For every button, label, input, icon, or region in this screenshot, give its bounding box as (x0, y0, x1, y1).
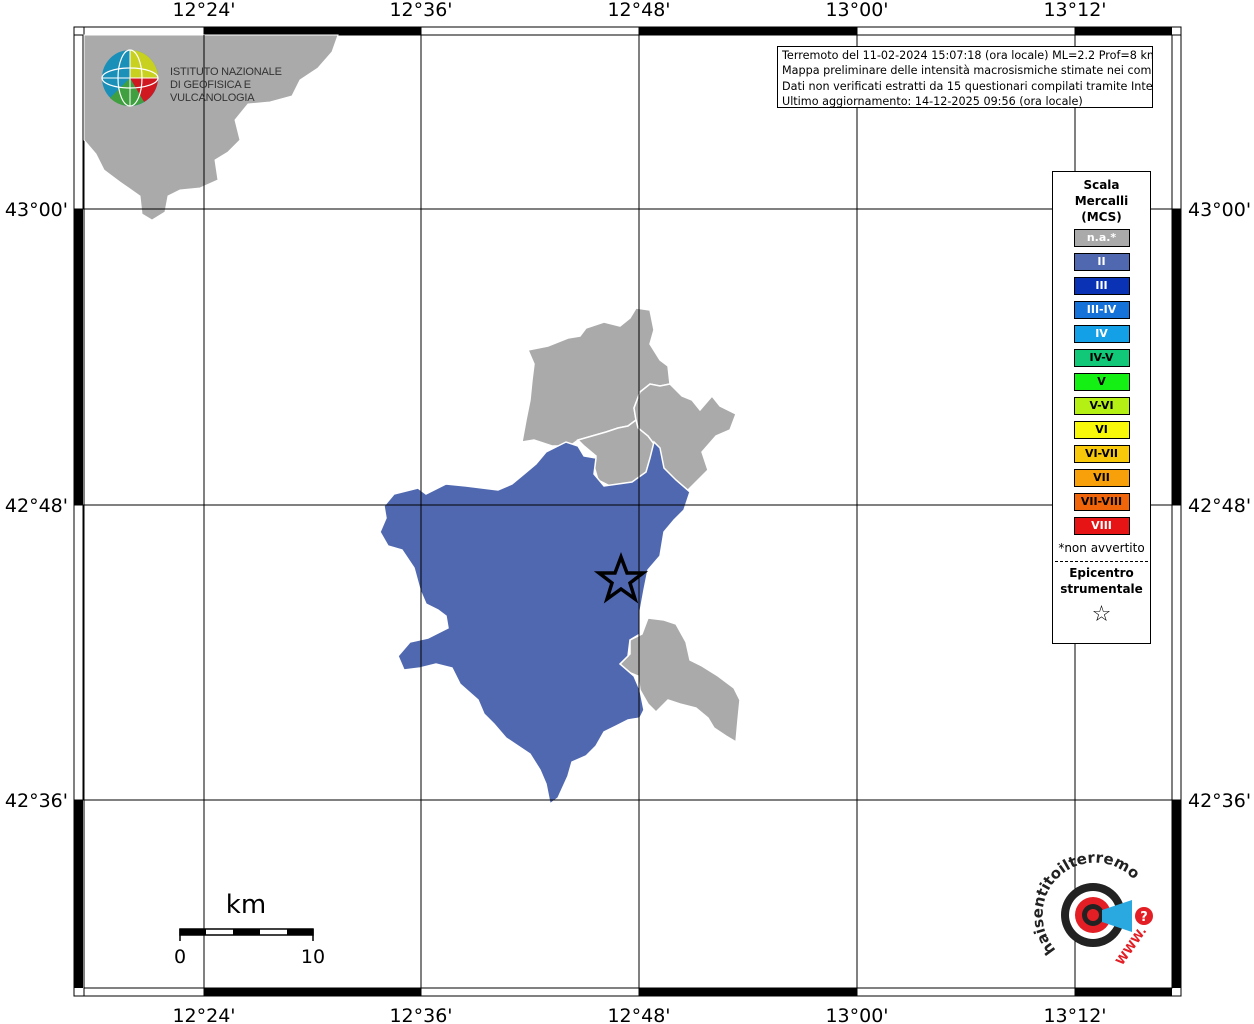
y-tick-label: 42°36' (1188, 790, 1251, 812)
legend-epicenter-line: strumentale (1060, 582, 1143, 596)
x-tick-label: 13°00' (825, 1005, 888, 1024)
ingv-name-line1: ISTITUTO NAZIONALE (170, 66, 282, 78)
x-tick-label: 13°00' (825, 0, 888, 21)
ingv-name: ISTITUTO NAZIONALE DI GEOFISICA E VULCAN… (170, 66, 330, 105)
event-info-box: Terremoto del 11-02-2024 15:07:18 (ora l… (777, 46, 1153, 108)
star-icon: ☆ (1091, 602, 1112, 627)
event-info-line: Ultimo aggiornamento: 14-12-2025 09:56 (… (782, 94, 1083, 108)
x-tick-label: 13°12' (1043, 0, 1106, 21)
legend-swatch: III-IV (1073, 301, 1130, 319)
legend-swatches: n.a.* II III III-IV IV IV-V V V-VI VI VI-VII VII VI… (1053, 229, 1150, 535)
event-info-line: Terremoto del 11-02-2024 15:07:18 (ora l… (782, 49, 1152, 62)
legend-title-line: Scala (1083, 178, 1120, 192)
ingv-name-line2: DI GEOFISICA E VULCANOLOGIA (170, 79, 255, 104)
x-tick-label: 12°48' (607, 0, 670, 21)
y-tick-label: 42°48' (1188, 495, 1251, 517)
mcs-legend: Scala Mercalli (MCS) n.a.* II III III-IV IV I… (1052, 171, 1151, 644)
x-tick-label: 12°48' (607, 1005, 670, 1024)
legend-swatch: IV (1073, 325, 1130, 343)
y-axis-left: 43°00' 42°48' 42°36' (5, 199, 68, 812)
scale-start: 0 (174, 946, 186, 968)
globe-icon (101, 49, 159, 107)
legend-title-line: (MCS) (1081, 210, 1122, 224)
question-mark: ? (1140, 910, 1148, 925)
legend-separator (1055, 561, 1148, 562)
y-tick-label: 42°36' (5, 790, 68, 812)
y-tick-label: 42°48' (5, 495, 68, 517)
legend-epicenter-label: Epicentro strumentale (1053, 565, 1150, 597)
legend-swatch: VIII (1073, 517, 1130, 535)
x-axis-top: 12°24' 12°36' 12°48' 13°00' 13°12' (172, 0, 1106, 21)
legend-swatch: VI (1073, 421, 1130, 439)
legend-note: *non avvertito (1058, 541, 1145, 555)
legend-swatch: III (1073, 277, 1130, 295)
x-tick-label: 12°24' (172, 1005, 235, 1024)
x-axis-bottom: 12°24' 12°36' 12°48' 13°00' 13°12' (172, 1005, 1106, 1024)
legend-epicenter-line: Epicentro (1069, 566, 1134, 580)
y-axis-right: 43°00' 42°48' 42°36' (1188, 199, 1251, 812)
legend-title: Scala Mercalli (MCS) (1053, 177, 1150, 225)
scale-end: 10 (301, 946, 325, 968)
legend-swatch: VI-VII (1073, 445, 1130, 463)
ingv-logo: ISTITUTO NAZIONALE DI GEOFISICA E VULCAN… (100, 48, 330, 110)
legend-swatch: V-VI (1073, 397, 1130, 415)
x-tick-label: 12°36' (389, 0, 452, 21)
legend-swatch: n.a.* (1073, 229, 1130, 247)
legend-swatch: V (1073, 373, 1130, 391)
y-tick-label: 43°00' (1188, 199, 1251, 221)
haisentito-logo: ? haisentitoilterremoto.it WWW. (1030, 850, 1153, 968)
event-info-line: Mappa preliminare delle intensità macros… (782, 64, 1152, 78)
y-tick-label: 43°00' (5, 199, 68, 221)
legend-swatch: II (1073, 253, 1130, 271)
x-tick-label: 13°12' (1043, 1005, 1106, 1024)
x-tick-label: 12°36' (389, 1005, 452, 1024)
x-tick-label: 12°24' (172, 0, 235, 21)
scale-unit: km (226, 890, 266, 920)
legend-swatch: VII-VIII (1073, 493, 1130, 511)
legend-title-line: Mercalli (1074, 194, 1129, 208)
event-info-line: Dati non verificati estratti da 15 quest… (782, 79, 1152, 93)
legend-swatch: VII (1073, 469, 1130, 487)
legend-swatch: IV-V (1073, 349, 1130, 367)
